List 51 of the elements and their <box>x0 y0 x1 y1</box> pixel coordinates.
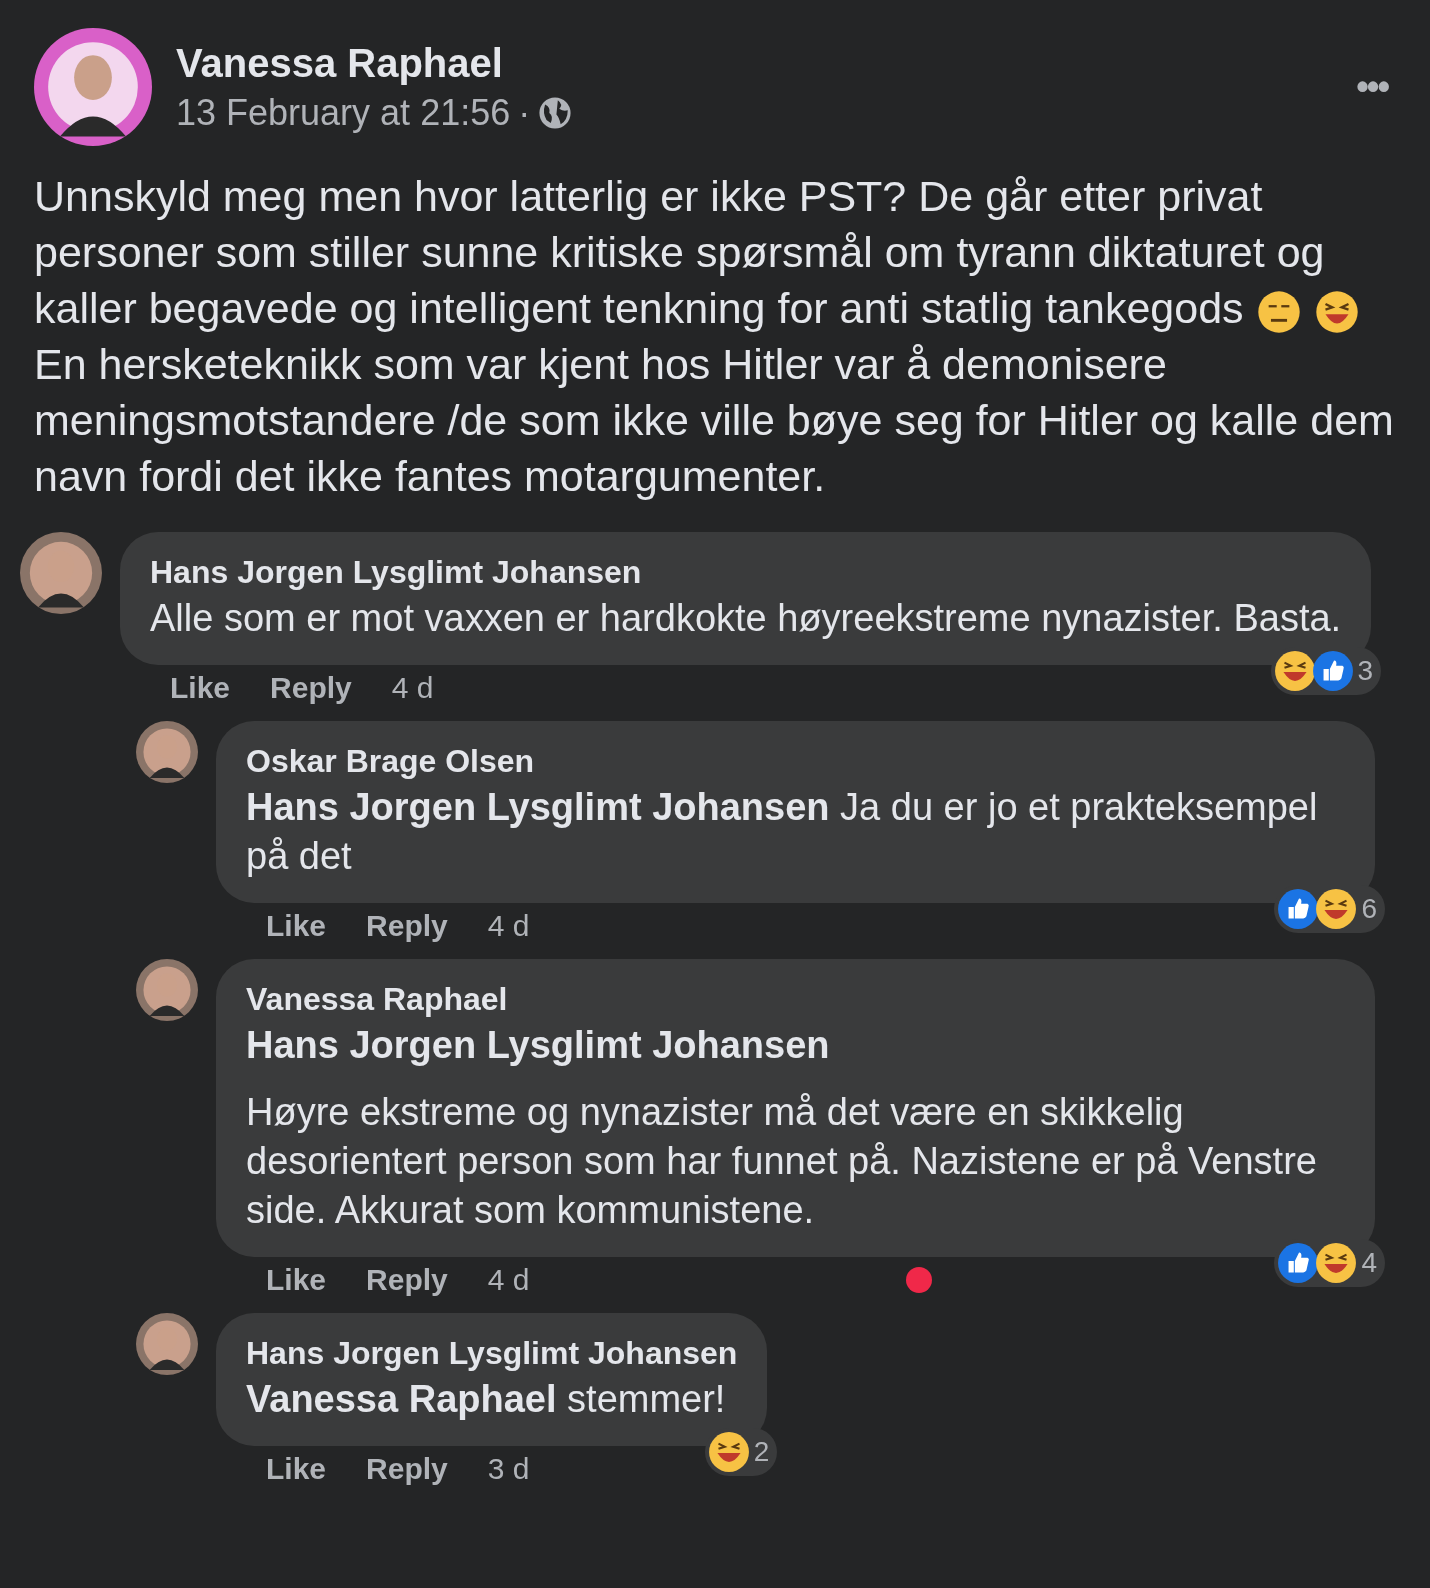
laughing-face-icon <box>1315 1242 1358 1284</box>
comment-age: 4 d <box>487 1263 530 1297</box>
post-time[interactable]: 13 February at 21:56 <box>176 91 511 134</box>
comment-text: Hans Jorgen Lysglimt Johansen Ja du er jo et prakteksempel på det <box>246 785 1319 879</box>
comment-author[interactable]: Hans Jorgen Lysglimt Johansen <box>150 550 1342 594</box>
author-name[interactable]: Vanessa Raphael <box>176 40 1333 86</box>
comment-age: 3 d <box>487 1452 530 1486</box>
reaction-badge[interactable]: 4 <box>1274 1239 1385 1287</box>
reply-link[interactable]: Reply <box>366 909 448 943</box>
avatar[interactable] <box>34 28 152 146</box>
laughing-face-icon <box>707 1431 750 1473</box>
like-link[interactable]: Like <box>266 1452 327 1486</box>
separator: · <box>518 91 531 134</box>
reply-link[interactable]: Reply <box>366 1452 448 1486</box>
reply-link[interactable]: Reply <box>270 671 352 705</box>
comment-text: Høyre ekstreme og nynazister må det være en skikkelig desorientert person som har funnet på. Nazistene er på Venstre side. Akkurat som kommunistene. <box>246 1090 1318 1233</box>
comment-age: 4 d <box>391 671 434 705</box>
reply-link[interactable]: Reply <box>366 1263 448 1297</box>
reaction-count: 2 <box>753 1436 770 1468</box>
laughing-face-icon <box>1313 288 1360 335</box>
reaction-count: 4 <box>1361 1247 1377 1279</box>
mention[interactable]: Hans Jorgen Lysglimt Johansen <box>246 1021 1345 1070</box>
reaction-badge[interactable]: 2 <box>704 1428 778 1476</box>
more-button[interactable]: ••• <box>1356 66 1406 108</box>
like-link[interactable]: Like <box>170 671 231 705</box>
comment-author[interactable]: Vanessa Raphael <box>246 977 1345 1021</box>
comment-author[interactable]: Oskar Brage Olsen <box>246 739 1345 783</box>
like-link[interactable]: Like <box>266 1263 327 1297</box>
comment-text: Vanessa Raphael stemmer! <box>246 1377 727 1422</box>
reaction-badge[interactable]: 3 <box>1270 647 1382 695</box>
post-text: Unnskyld meg men hvor latterlig er ikke PST? De går etter privat personer som stiller sunne kritiske spørsmål om tyrann diktaturet og kaller begavede og intelligent tenkning for anti statlig tankegods <box>34 168 1409 336</box>
avatar[interactable] <box>20 532 102 614</box>
avatar[interactable] <box>136 959 198 1021</box>
laughing-face-icon <box>1315 888 1358 930</box>
comment-age: 4 d <box>487 909 530 943</box>
reaction-count: 6 <box>1361 893 1377 925</box>
globe-icon <box>538 95 573 130</box>
laughing-face-icon <box>1273 650 1316 692</box>
reaction-count: 3 <box>1357 655 1374 687</box>
avatar[interactable] <box>136 1313 198 1375</box>
comment-text: Alle som er mot vaxxen er hardkokte høyreekstreme nynazister. Basta. <box>150 596 1342 641</box>
post-text: En hersketeknikk som var kjent hos Hitler var å demonisere meningsmotstandere /de som ikke ville bøye seg for Hitler og kalle dem navn fordi det ikke fantes motargumenter. <box>34 339 1395 502</box>
reaction-badge[interactable]: 6 <box>1274 885 1385 933</box>
thumbs-up-icon <box>1311 650 1354 692</box>
like-link[interactable]: Like <box>266 909 327 943</box>
avatar[interactable] <box>136 721 198 783</box>
thumbs-up-icon <box>1277 1242 1320 1284</box>
notification-dot-icon <box>906 1267 932 1293</box>
expressionless-face-icon <box>1255 288 1302 335</box>
comment-author[interactable]: Hans Jorgen Lysglimt Johansen <box>246 1331 738 1375</box>
thumbs-up-icon <box>1277 888 1320 930</box>
